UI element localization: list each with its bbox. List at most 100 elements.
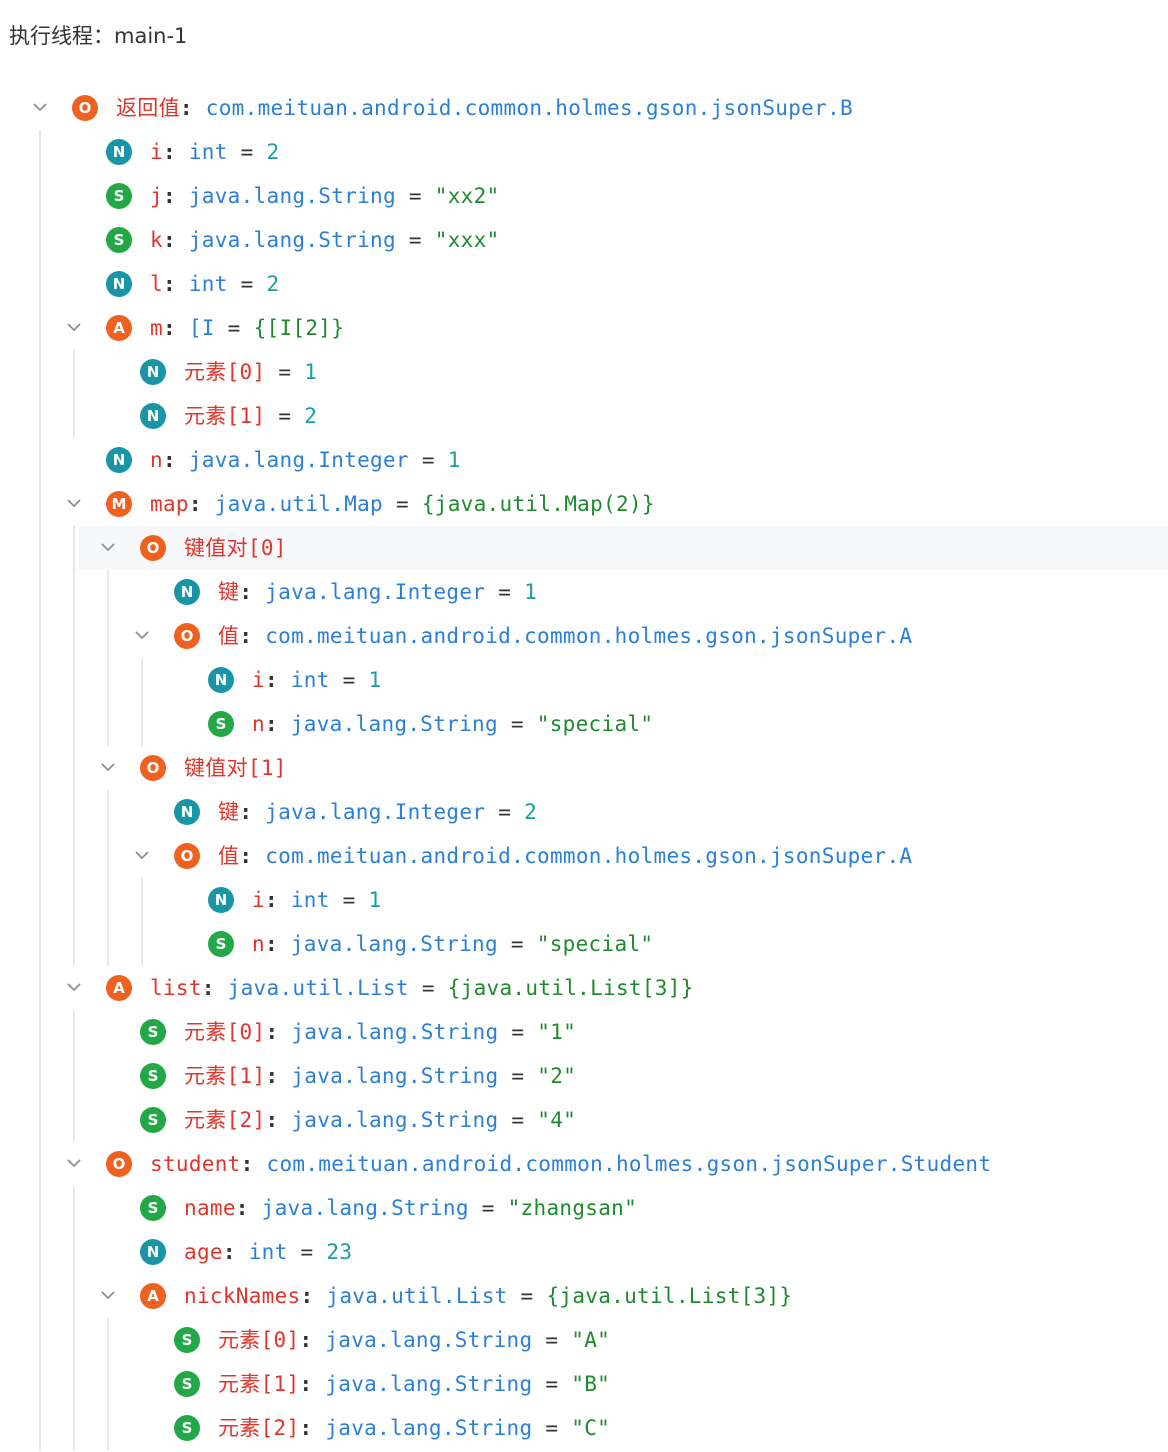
type-badge-icon: N: [106, 447, 132, 473]
tree-row[interactable]: S 元素[2]: java.lang.String = "C": [0, 1406, 1168, 1450]
type-badge-icon: N: [174, 799, 200, 825]
field-value: 2: [266, 272, 280, 296]
tree-row[interactable]: Sj: java.lang.String = "xx2": [0, 174, 1168, 218]
tree-row[interactable]: Ni: int = 2: [0, 130, 1168, 174]
tree-row[interactable]: Mmap: java.util.Map = {java.util.Map(2)}: [0, 482, 1168, 526]
row-text: list: java.util.List = {java.util.List[3…: [150, 966, 694, 1010]
tree-row[interactable]: N 元素[0] = 1: [0, 350, 1168, 394]
chevron-down-icon[interactable]: [63, 976, 85, 998]
tree-row[interactable]: Sn: java.lang.String = "special": [0, 922, 1168, 966]
field-value: "A": [571, 1328, 611, 1352]
row-text: 返回值: com.meituan.android.common.holmes.g…: [116, 86, 853, 130]
row-text: i: int = 2: [150, 130, 279, 174]
tree-row[interactable]: Ni: int = 1: [0, 658, 1168, 702]
colon-separator: :: [162, 272, 189, 296]
tree-row[interactable]: O 键值对[0]: [78, 526, 1168, 570]
row-text: 值: com.meituan.android.common.holmes.gso…: [218, 834, 912, 878]
chevron-down-icon[interactable]: [131, 624, 153, 646]
row-text: 元素[2]: java.lang.String = "C": [218, 1406, 610, 1450]
type-badge-icon: A: [106, 975, 132, 1001]
equals-sign: =: [498, 1108, 538, 1132]
row-text: nickNames: java.util.List = {java.util.L…: [184, 1274, 792, 1318]
type-badge-icon: S: [106, 183, 132, 209]
equals-sign: =: [498, 1020, 538, 1044]
tree-row[interactable]: Sn: java.lang.String = "special": [0, 702, 1168, 746]
tree-row[interactable]: Sname: java.lang.String = "zhangsan": [0, 1186, 1168, 1230]
row-text: n: java.lang.Integer = 1: [150, 438, 461, 482]
tree-row[interactable]: O 返回值: com.meituan.android.common.holmes.…: [0, 86, 1168, 130]
tree-row[interactable]: O 值: com.meituan.android.common.holmes.gs…: [0, 834, 1168, 878]
field-type: int: [248, 1240, 288, 1264]
field-key: n: [150, 448, 163, 472]
tree-row[interactable]: Alist: java.util.List = {java.util.List[…: [0, 966, 1168, 1010]
type-badge-icon: N: [106, 139, 132, 165]
colon-separator: :: [264, 712, 291, 736]
tree-row[interactable]: S 元素[1]: java.lang.String = "2": [0, 1054, 1168, 1098]
tree-row[interactable]: O 值: com.meituan.android.common.holmes.gs…: [0, 614, 1168, 658]
field-value: {[I[2]}: [253, 316, 345, 340]
field-value: "C": [571, 1416, 611, 1440]
field-key: n: [252, 932, 265, 956]
tree-row[interactable]: S 元素[0]: java.lang.String = "1": [0, 1010, 1168, 1054]
colon-separator: :: [264, 888, 291, 912]
tree-row[interactable]: N 键: java.lang.Integer = 2: [0, 790, 1168, 834]
row-text: 键值对[1]: [184, 746, 287, 790]
type-badge-icon: S: [140, 1019, 166, 1045]
tree-row[interactable]: Am: [I = {[I[2]}: [0, 306, 1168, 350]
chevron-down-icon[interactable]: [63, 1152, 85, 1174]
type-badge-icon: A: [140, 1283, 166, 1309]
tree-row[interactable]: O 键值对[1]: [0, 746, 1168, 790]
tree-row[interactable]: S 元素[0]: java.lang.String = "A": [0, 1318, 1168, 1362]
colon-separator: :: [239, 844, 266, 868]
field-key: list: [150, 976, 202, 1000]
type-badge-icon: O: [72, 95, 98, 121]
tree-row[interactable]: AnickNames: java.util.List = {java.util.…: [0, 1274, 1168, 1318]
tree-row[interactable]: N 元素[1] = 2: [0, 394, 1168, 438]
colon-separator: :: [235, 1196, 262, 1220]
field-value: "B": [571, 1372, 611, 1396]
tree-row[interactable]: S 元素[2]: java.lang.String = "4": [0, 1098, 1168, 1142]
tree-row[interactable]: Ostudent: com.meituan.android.common.hol…: [0, 1142, 1168, 1186]
colon-separator: :: [299, 1416, 326, 1440]
type-badge-icon: O: [140, 535, 166, 561]
row-text: n: java.lang.String = "special": [252, 922, 653, 966]
chevron-down-icon[interactable]: [97, 536, 119, 558]
equals-sign: =: [395, 184, 435, 208]
field-value: {java.util.Map(2)}: [421, 492, 655, 516]
row-text: j: java.lang.String = "xx2": [150, 174, 500, 218]
colon-separator: :: [265, 1064, 292, 1088]
tree-row[interactable]: Ni: int = 1: [0, 878, 1168, 922]
tree-row[interactable]: Nn: java.lang.Integer = 1: [0, 438, 1168, 482]
field-type: [I: [188, 316, 215, 340]
chevron-down-icon[interactable]: [97, 1284, 119, 1306]
tree-row[interactable]: Nl: int = 2: [0, 262, 1168, 306]
chevron-down-icon[interactable]: [63, 492, 85, 514]
field-value: 1: [447, 448, 461, 472]
row-text: i: int = 1: [252, 878, 381, 922]
field-type: java.lang.String: [261, 1196, 469, 1220]
colon-separator: :: [188, 492, 215, 516]
type-badge-icon: O: [174, 623, 200, 649]
type-badge-icon: S: [174, 1371, 200, 1397]
indent-guide: [73, 526, 75, 966]
colon-separator: :: [239, 800, 266, 824]
colon-separator: :: [239, 624, 266, 648]
chevron-down-icon[interactable]: [131, 844, 153, 866]
field-key: k: [150, 228, 163, 252]
tree-row[interactable]: Sk: java.lang.String = "xxx": [0, 218, 1168, 262]
colon-separator: :: [201, 976, 228, 1000]
type-badge-icon: S: [208, 931, 234, 957]
chevron-down-icon[interactable]: [97, 756, 119, 778]
type-badge-icon: O: [106, 1151, 132, 1177]
tree-row[interactable]: Nage: int = 23: [0, 1230, 1168, 1274]
field-value: "xx2": [434, 184, 500, 208]
equals-sign: =: [214, 316, 254, 340]
chevron-down-icon[interactable]: [63, 316, 85, 338]
tree-row[interactable]: N 键: java.lang.Integer = 1: [0, 570, 1168, 614]
chevron-down-icon[interactable]: [29, 96, 51, 118]
field-key: 值: [218, 844, 240, 868]
indent-guide: [107, 570, 109, 746]
tree-row[interactable]: S 元素[1]: java.lang.String = "B": [0, 1362, 1168, 1406]
field-value: 1: [368, 888, 382, 912]
type-badge-icon: O: [140, 755, 166, 781]
